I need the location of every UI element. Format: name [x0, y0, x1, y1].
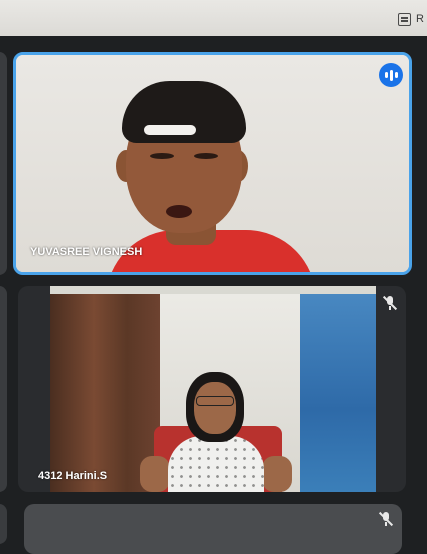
participant-video-detail	[140, 456, 170, 492]
participant-video-detail	[300, 286, 376, 492]
participant-tile-active-speaker[interactable]: YUVASREE VIGNESH	[13, 52, 412, 275]
reading-mode-icon[interactable]	[398, 13, 411, 26]
participant-video-detail	[262, 456, 292, 492]
browser-top-bar: R	[0, 0, 427, 36]
participant-video-detail	[168, 436, 264, 492]
adjacent-tile-edge	[0, 504, 7, 544]
mic-off-icon	[382, 295, 398, 311]
participant-video-detail	[194, 382, 236, 434]
participant-name: 4312 Harini.S	[38, 470, 108, 482]
adjacent-tile-edge	[0, 286, 7, 492]
participant-video-detail	[196, 396, 234, 406]
participant-video-detail	[150, 153, 174, 159]
participant-tile[interactable]: 4312 Harini.S	[18, 286, 406, 492]
participant-video-detail	[166, 205, 192, 218]
participant-video-detail	[50, 286, 376, 294]
adjacent-tile-edge	[0, 52, 7, 275]
participant-video-detail	[144, 125, 196, 135]
participant-video-detail	[194, 153, 218, 159]
speaking-indicator-icon	[379, 63, 403, 87]
participant-name: YUVASREE VIGNESH	[30, 246, 143, 258]
mic-off-icon	[378, 511, 394, 527]
participant-tile[interactable]	[24, 504, 402, 554]
top-bar-label: R	[416, 13, 424, 25]
